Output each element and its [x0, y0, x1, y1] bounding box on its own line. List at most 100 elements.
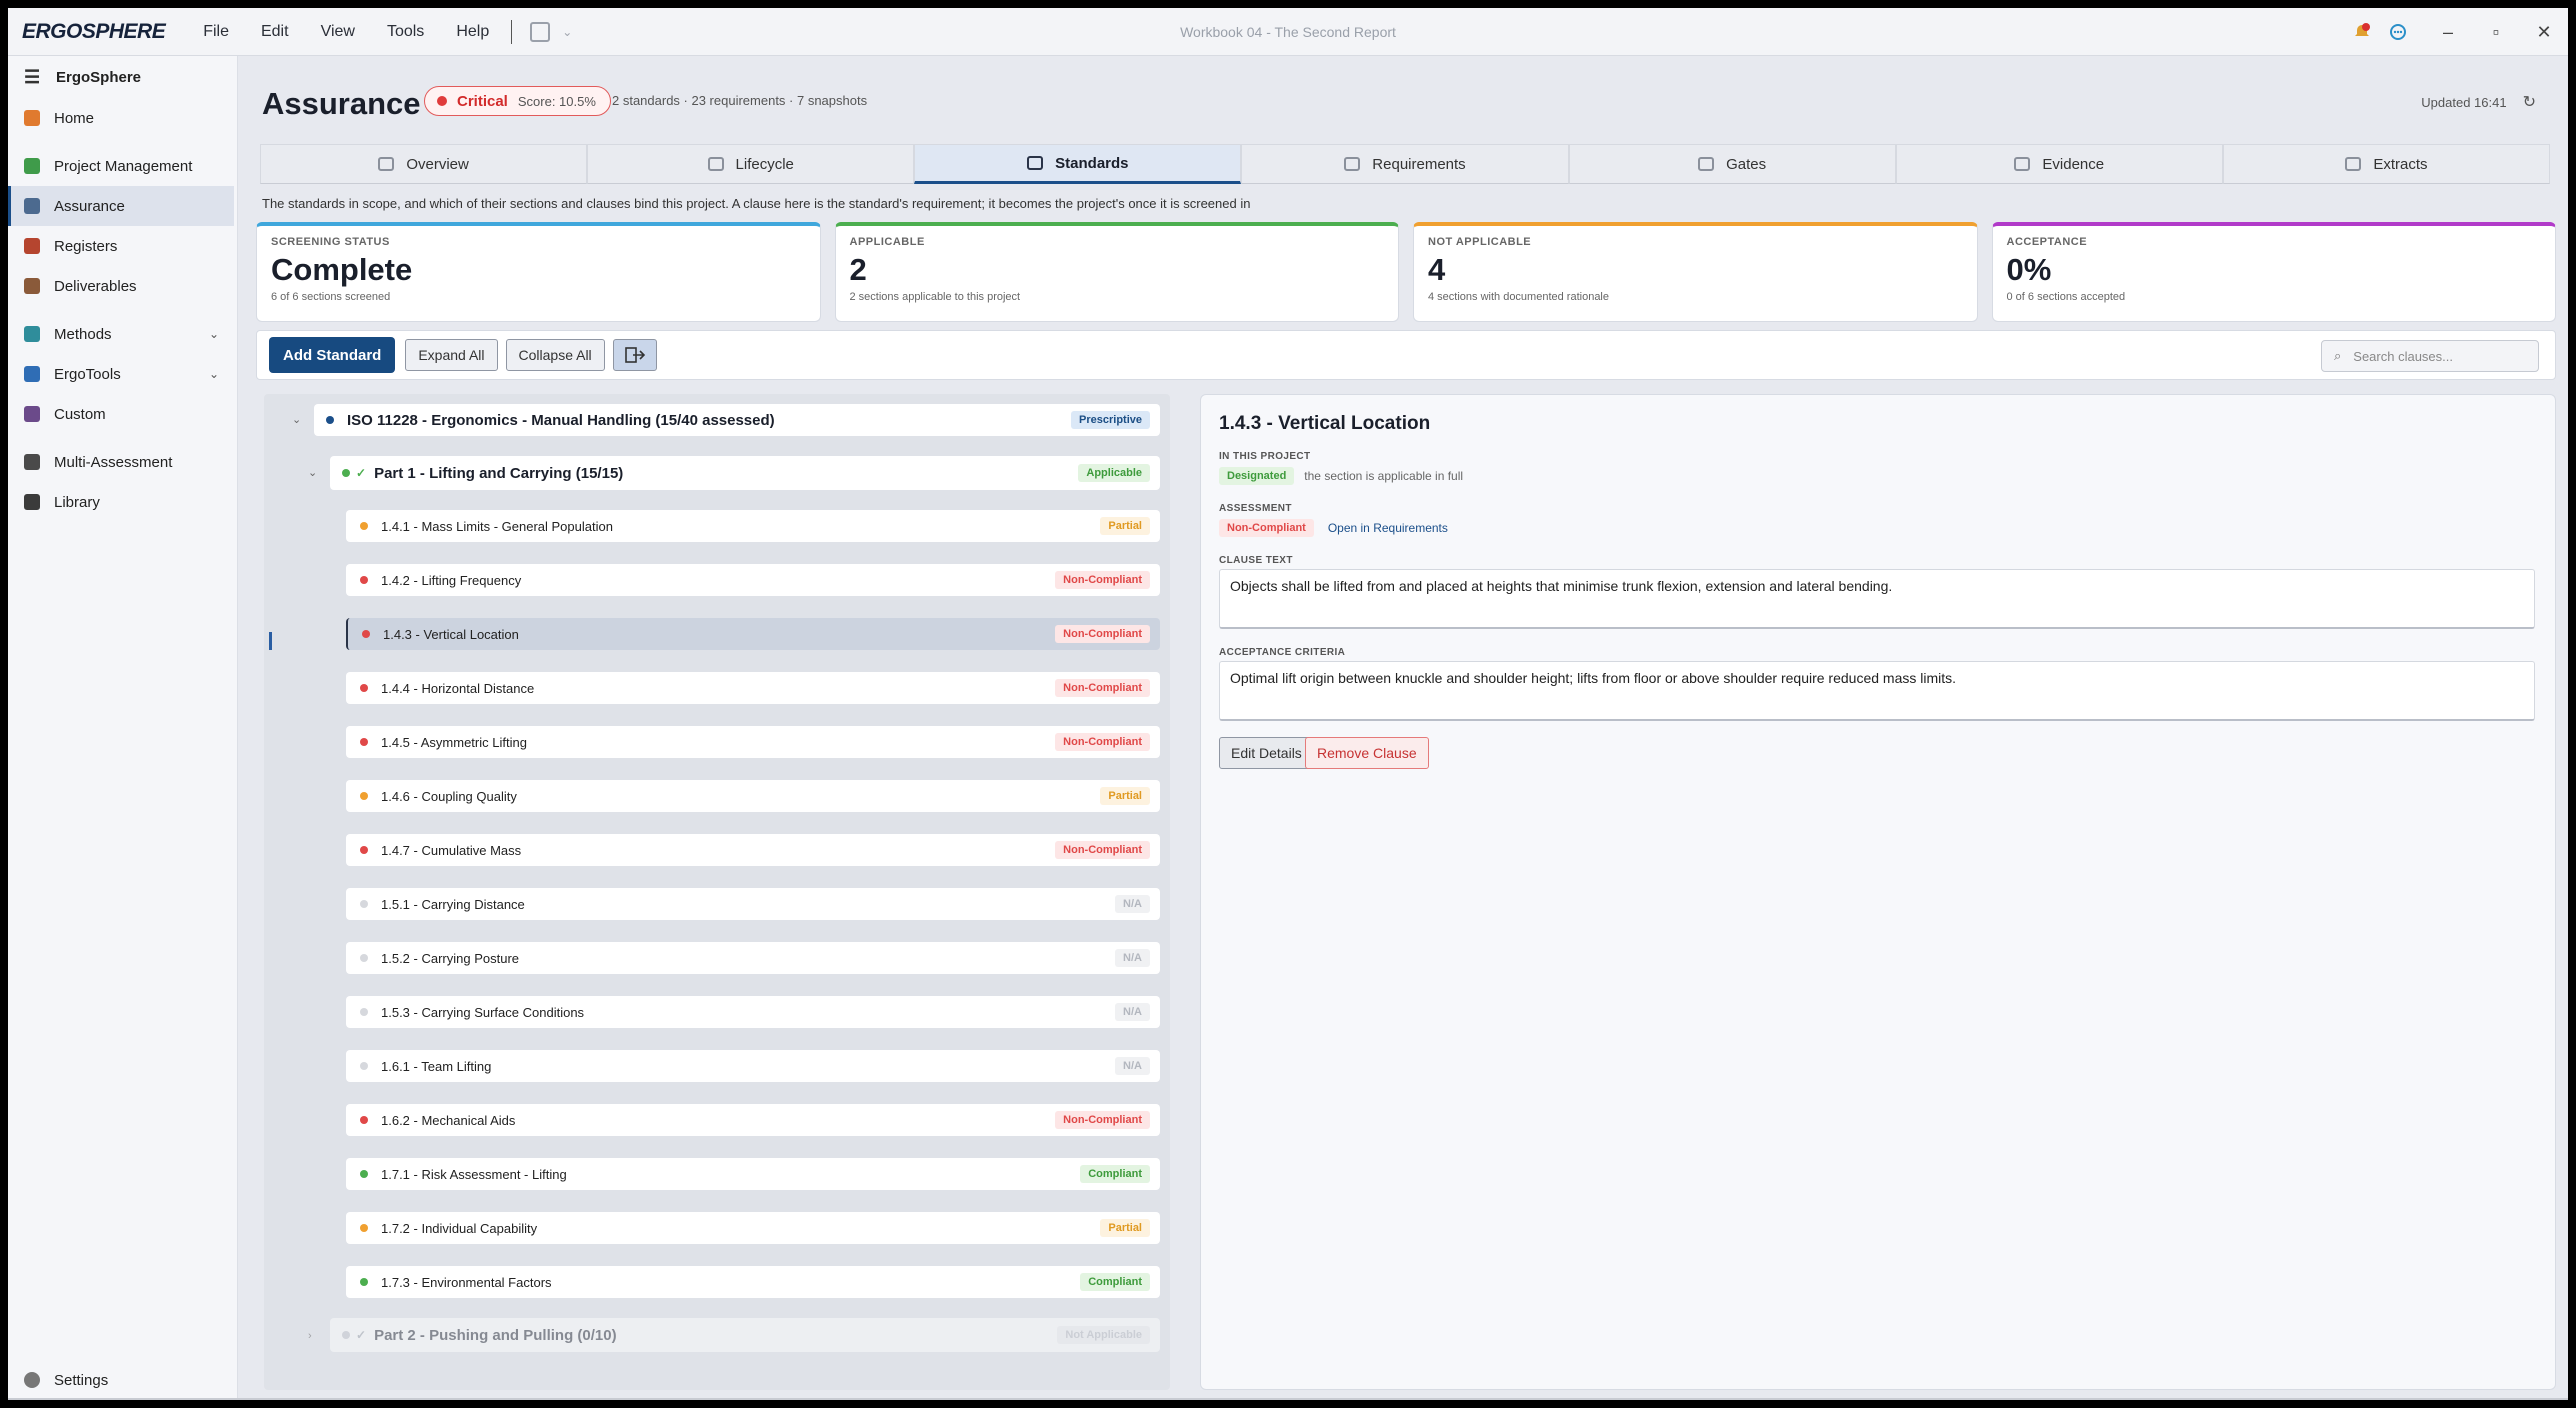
status-dot	[360, 738, 368, 746]
open-in-requirements-link[interactable]: Open in Requirements	[1328, 521, 1448, 535]
clause-row[interactable]: 1.5.1 - Carrying Distance N/A	[346, 888, 1160, 920]
minimize-icon[interactable]: –	[2424, 22, 2472, 43]
clause-row[interactable]: 1.4.4 - Horizontal Distance Non-Compliant	[346, 672, 1160, 704]
clause-row[interactable]: 1.4.5 - Asymmetric Lifting Non-Compliant	[346, 726, 1160, 758]
sidebar-item-multi-assessment[interactable]: Multi-Assessment	[8, 442, 237, 482]
clause-row[interactable]: 1.7.1 - Risk Assessment - Lifting Complia…	[346, 1158, 1160, 1190]
hamburger-icon[interactable]: ☰	[24, 67, 42, 88]
clause-status: Compliant	[1080, 1165, 1150, 1183]
card-value: 0%	[2006, 252, 2052, 287]
clause-row[interactable]: 1.4.1 - Mass Limits - General Population…	[346, 510, 1160, 542]
chat-icon[interactable]	[2388, 22, 2408, 42]
status-dot-icon	[437, 96, 447, 106]
part-row[interactable]: ✓ Part 1 - Lifting and Carrying (15/15) …	[330, 456, 1160, 490]
clause-status: Non-Compliant	[1055, 679, 1150, 697]
status-dot	[360, 1008, 368, 1016]
edit-details-button[interactable]: Edit Details	[1219, 737, 1314, 769]
acceptance-criteria-box[interactable]: Optimal lift origin between knuckle and …	[1219, 661, 2535, 721]
clause-label: 1.4.6 - Coupling Quality	[381, 788, 517, 804]
clause-status: Non-Compliant	[1055, 841, 1150, 859]
expand-all-button[interactable]: Expand All	[405, 339, 498, 371]
close-icon[interactable]: ✕	[2520, 22, 2568, 43]
tab-requirements[interactable]: Requirements	[1241, 144, 1569, 184]
sidebar-item-deliverables[interactable]: Deliverables	[8, 266, 237, 306]
clause-row[interactable]: 1.6.2 - Mechanical Aids Non-Compliant	[346, 1104, 1160, 1136]
designated-note: the section is applicable in full	[1304, 469, 1464, 483]
refresh-icon[interactable]: ↻	[2523, 92, 2536, 112]
clause-status: N/A	[1115, 1057, 1150, 1075]
sidebar-item-settings[interactable]: Settings	[8, 1360, 108, 1400]
status-dot	[360, 846, 368, 854]
save-icon[interactable]	[530, 21, 551, 42]
status-bar	[8, 1398, 2568, 1400]
clause-label: 1.4.4 - Horizontal Distance	[381, 680, 535, 696]
menu-tools[interactable]: Tools	[371, 23, 440, 41]
clause-status: Non-Compliant	[1055, 1111, 1150, 1129]
clause-row[interactable]: 1.4.6 - Coupling Quality Partial	[346, 780, 1160, 812]
chevron-right-icon[interactable]: ›	[308, 1330, 312, 1342]
clause-row[interactable]: 1.5.2 - Carrying Posture N/A	[346, 942, 1160, 974]
clause-label: 1.7.1 - Risk Assessment - Lifting	[381, 1166, 567, 1182]
clause-text-box[interactable]: Objects shall be lifted from and placed …	[1219, 569, 2535, 629]
sidebar-item-label: Project Management	[54, 157, 193, 175]
tab-standards[interactable]: Standards	[914, 144, 1242, 184]
standard-row[interactable]: ISO 11228 - Ergonomics - Manual Handling…	[314, 404, 1160, 436]
tab-overview[interactable]: Overview	[260, 144, 588, 184]
clause-row-selected[interactable]: 1.4.3 - Vertical Location Non-Compliant	[346, 618, 1160, 650]
clause-row[interactable]: 1.6.1 - Team Lifting N/A	[346, 1050, 1160, 1082]
menu-file[interactable]: File	[187, 23, 245, 41]
tab-evidence[interactable]: Evidence	[1895, 144, 2223, 184]
clause-title: 1.4.3 - Vertical Location	[1219, 413, 1431, 434]
card-subtext: 4 sections with documented rationale	[1428, 291, 1609, 303]
part-row-collapsed[interactable]: ✓ Part 2 - Pushing and Pulling (0/10) No…	[330, 1318, 1160, 1352]
remove-clause-button[interactable]: Remove Clause	[1305, 737, 1429, 769]
tab-extracts[interactable]: Extracts	[2222, 144, 2550, 184]
search-input[interactable]: ⌕ Search clauses...	[2321, 340, 2539, 372]
evidence-icon	[2014, 157, 2031, 171]
collapse-all-button[interactable]: Collapse All	[505, 339, 605, 371]
clause-row[interactable]: 1.4.7 - Cumulative Mass Non-Compliant	[346, 834, 1160, 866]
chevron-down-icon[interactable]: ⌄	[209, 327, 219, 341]
sidebar-item-assurance[interactable]: Assurance	[8, 186, 234, 226]
sidebar-item-registers[interactable]: Registers	[8, 226, 237, 266]
sidebar-item-label: ErgoTools	[54, 365, 121, 383]
chevron-down-icon[interactable]: ⌄	[209, 367, 219, 381]
clause-label: 1.7.3 - Environmental Factors	[381, 1274, 552, 1290]
lifecycle-icon	[707, 157, 724, 171]
status-dot	[342, 1331, 350, 1339]
chevron-down-icon[interactable]: ⌄	[308, 466, 317, 479]
bell-icon[interactable]	[2352, 22, 2372, 42]
sidebar-item-label: Settings	[54, 1371, 109, 1389]
tab-gates[interactable]: Gates	[1568, 144, 1896, 184]
sidebar-item-project-management[interactable]: Project Management	[8, 146, 237, 186]
clause-detail-panel: 1.4.3 - Vertical Location IN THIS PROJEC…	[1200, 394, 2556, 1390]
part-label: Part 1 - Lifting and Carrying (15/15)	[374, 464, 624, 482]
sidebar-item-home[interactable]: Home	[8, 98, 237, 138]
sidebar-item-label: Methods	[54, 325, 112, 343]
sidebar-item-library[interactable]: Library	[8, 482, 237, 522]
sidebar-item-methods[interactable]: Methods ⌄	[8, 314, 237, 354]
clause-row[interactable]: 1.5.3 - Carrying Surface Conditions N/A	[346, 996, 1160, 1028]
summary-text: 2 standards · 23 requirements · 7 snapsh…	[612, 93, 868, 108]
updated-indicator: Updated 16:41 ↻	[2421, 92, 2536, 112]
sidebar-item-ergotools[interactable]: ErgoTools ⌄	[8, 354, 237, 394]
sidebar-item-label: Home	[54, 109, 95, 127]
clause-row[interactable]: 1.7.2 - Individual Capability Partial	[346, 1212, 1160, 1244]
card-value: 2	[849, 252, 867, 287]
status-label: Critical	[457, 92, 508, 110]
sidebar-item-custom[interactable]: Custom	[8, 394, 237, 434]
chevron-down-icon[interactable]: ⌄	[292, 413, 301, 426]
chevron-down-icon[interactable]: ⌄	[562, 25, 572, 39]
methods-icon	[24, 326, 40, 342]
maximize-icon[interactable]: ▫	[2472, 22, 2520, 43]
part-label: Part 2 - Pushing and Pulling (0/10)	[374, 1326, 617, 1344]
add-standard-button[interactable]: Add Standard	[269, 337, 396, 373]
menu-edit[interactable]: Edit	[245, 23, 305, 41]
menu-help[interactable]: Help	[440, 23, 505, 41]
clause-row[interactable]: 1.4.2 - Lifting Frequency Non-Compliant	[346, 564, 1160, 596]
clause-row[interactable]: 1.7.3 - Environmental Factors Compliant	[346, 1266, 1160, 1298]
clause-status: Partial	[1100, 517, 1150, 535]
tab-lifecycle[interactable]: Lifecycle	[587, 144, 915, 184]
menu-view[interactable]: View	[305, 23, 371, 41]
export-button[interactable]	[612, 339, 657, 371]
